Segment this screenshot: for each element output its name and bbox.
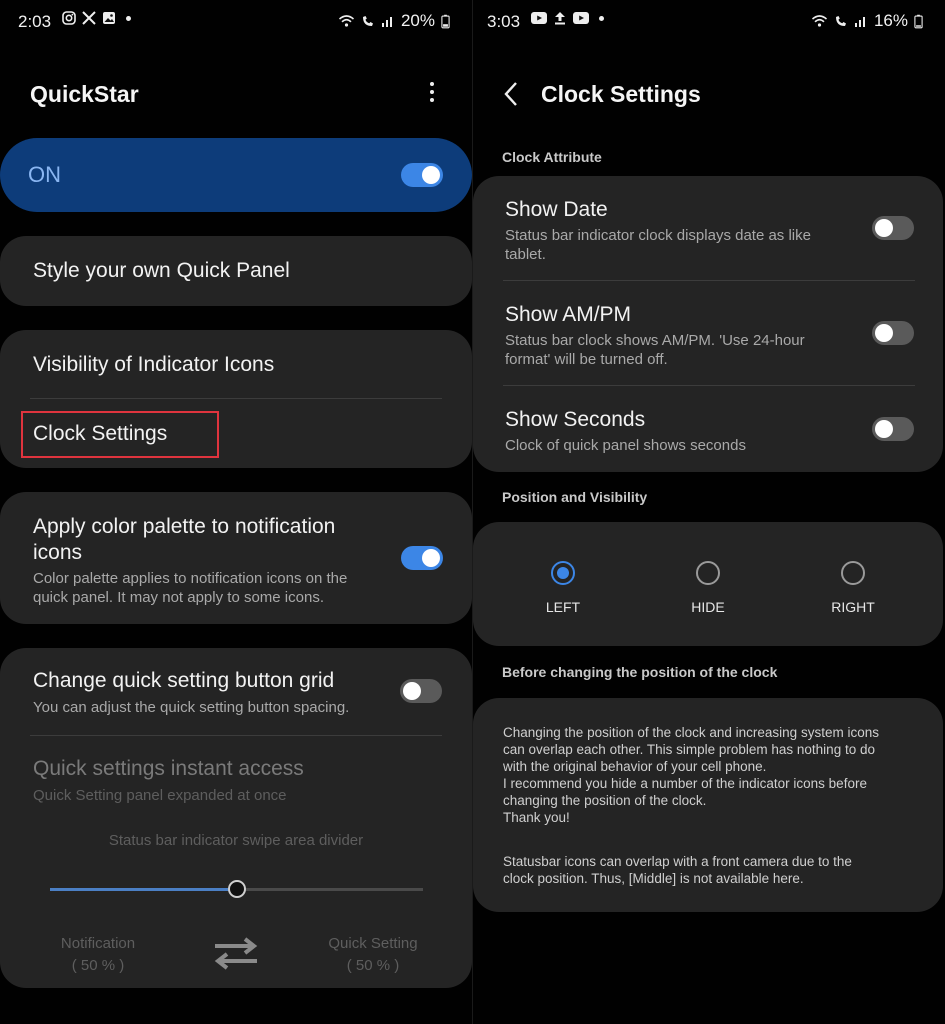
position-card: LEFT HIDE RIGHT	[473, 522, 943, 646]
gallery-icon	[103, 12, 115, 24]
info-card: Changing the position of the clock and i…	[473, 698, 943, 912]
position-left-radio[interactable]	[551, 561, 575, 585]
button-grid-sub: You can adjust the quick setting button …	[33, 699, 350, 716]
page-title: Clock Settings	[541, 81, 701, 107]
show-seconds-title[interactable]: Show Seconds	[505, 408, 645, 432]
color-palette-sub-2: quick panel. It may not apply to some ic…	[33, 589, 324, 606]
show-seconds-toggle[interactable]	[872, 417, 914, 441]
show-ampm-toggle[interactable]	[872, 321, 914, 345]
position-right-radio[interactable]	[841, 561, 865, 585]
position-right-label[interactable]: RIGHT	[803, 599, 903, 615]
divider	[503, 385, 915, 386]
divider	[30, 735, 442, 736]
before-changing-header: Before changing the position of the cloc…	[502, 664, 778, 680]
show-ampm-sub-2: format' will be turned off.	[505, 351, 668, 368]
signal-icon	[381, 17, 392, 27]
button-grid-title[interactable]: Change quick setting button grid	[33, 669, 334, 693]
master-switch-banner[interactable]: ON	[0, 138, 472, 212]
show-date-sub-2: tablet.	[505, 246, 546, 263]
grid-access-card: Change quick setting button grid You can…	[0, 648, 472, 988]
status-time: 2:03	[18, 12, 52, 31]
more-options-icon[interactable]	[422, 82, 442, 106]
instant-access-sub: Quick Setting panel expanded at once	[33, 787, 287, 804]
clock-settings-screen: 3:03 16% Clock Settings Clock Attribute …	[473, 0, 945, 1024]
master-switch-label: ON	[28, 162, 61, 187]
battery-icon	[441, 14, 450, 28]
show-seconds-sub: Clock of quick panel shows seconds	[505, 437, 746, 454]
clock-attribute-header: Clock Attribute	[502, 149, 602, 165]
notification-dot	[599, 15, 604, 21]
info-paragraph-1: Changing the position of the clock and i…	[503, 725, 879, 825]
wifi-icon	[811, 15, 827, 27]
color-palette-title-2: icons	[33, 541, 83, 564]
battery-percent: 20%	[400, 11, 435, 30]
master-toggle[interactable]	[401, 163, 443, 187]
style-panel-card[interactable]: Style your own Quick Panel	[0, 236, 472, 306]
color-palette-card[interactable]: Apply color palette to notification icon…	[0, 492, 472, 624]
status-bar: 3:03 16%	[473, 8, 945, 36]
notification-dot	[126, 15, 131, 21]
instagram-icon	[62, 11, 76, 25]
position-hide-label[interactable]: HIDE	[658, 599, 758, 615]
show-date-toggle[interactable]	[872, 216, 914, 240]
show-date-title[interactable]: Show Date	[505, 198, 608, 222]
quickstar-main-screen: 2:03 20% QuickStar ON Style your own Qui…	[0, 0, 472, 1024]
status-time: 3:03	[487, 12, 521, 31]
x-icon	[82, 11, 96, 25]
quick-setting-label: Quick Setting	[328, 935, 418, 952]
signal-icon	[854, 17, 865, 27]
info-paragraph-2: Statusbar icons can overlap with a front…	[503, 854, 852, 886]
swap-arrows-icon[interactable]	[213, 936, 259, 970]
swipe-divider-fill	[50, 888, 237, 891]
divider	[503, 280, 915, 281]
visibility-icons-item[interactable]: Visibility of Indicator Icons	[33, 353, 274, 377]
notification-label: Notification	[60, 935, 136, 952]
show-ampm-sub-1: Status bar clock shows AM/PM. 'Use 24-ho…	[505, 332, 805, 349]
youtube-icon	[573, 12, 589, 24]
clock-attribute-card: Show Date Status bar indicator clock dis…	[473, 176, 943, 472]
show-ampm-title[interactable]: Show AM/PM	[505, 303, 631, 327]
show-date-sub-1: Status bar indicator clock displays date…	[505, 227, 811, 244]
style-panel-label: Style your own Quick Panel	[33, 259, 290, 282]
upload-icon	[555, 12, 565, 25]
instant-access-title[interactable]: Quick settings instant access	[33, 757, 304, 781]
divider	[30, 398, 442, 399]
app-title: QuickStar	[30, 81, 139, 107]
button-grid-toggle[interactable]	[400, 679, 442, 703]
position-hide-radio[interactable]	[696, 561, 720, 585]
clock-settings-highlight	[21, 411, 219, 458]
position-left-label[interactable]: LEFT	[513, 599, 613, 615]
color-palette-sub-1: Color palette applies to notification ic…	[33, 570, 348, 587]
battery-icon	[914, 14, 923, 28]
swipe-divider-thumb[interactable]	[227, 880, 246, 898]
color-palette-title-1: Apply color palette to notification	[33, 515, 336, 538]
wifi-calling-icon	[362, 16, 373, 26]
wifi-icon	[338, 15, 354, 27]
back-arrow-icon[interactable]	[501, 80, 521, 108]
youtube-icon	[531, 12, 547, 24]
battery-percent: 16%	[873, 11, 908, 30]
notification-value: ( 50 % )	[71, 957, 125, 974]
position-header: Position and Visibility	[502, 489, 648, 505]
color-palette-toggle[interactable]	[401, 546, 443, 570]
swipe-divider-label: Status bar indicator swipe area divider	[108, 832, 364, 849]
quick-setting-value: ( 50 % )	[346, 957, 400, 974]
wifi-calling-icon	[835, 16, 846, 26]
status-bar: 2:03 20%	[0, 8, 472, 36]
